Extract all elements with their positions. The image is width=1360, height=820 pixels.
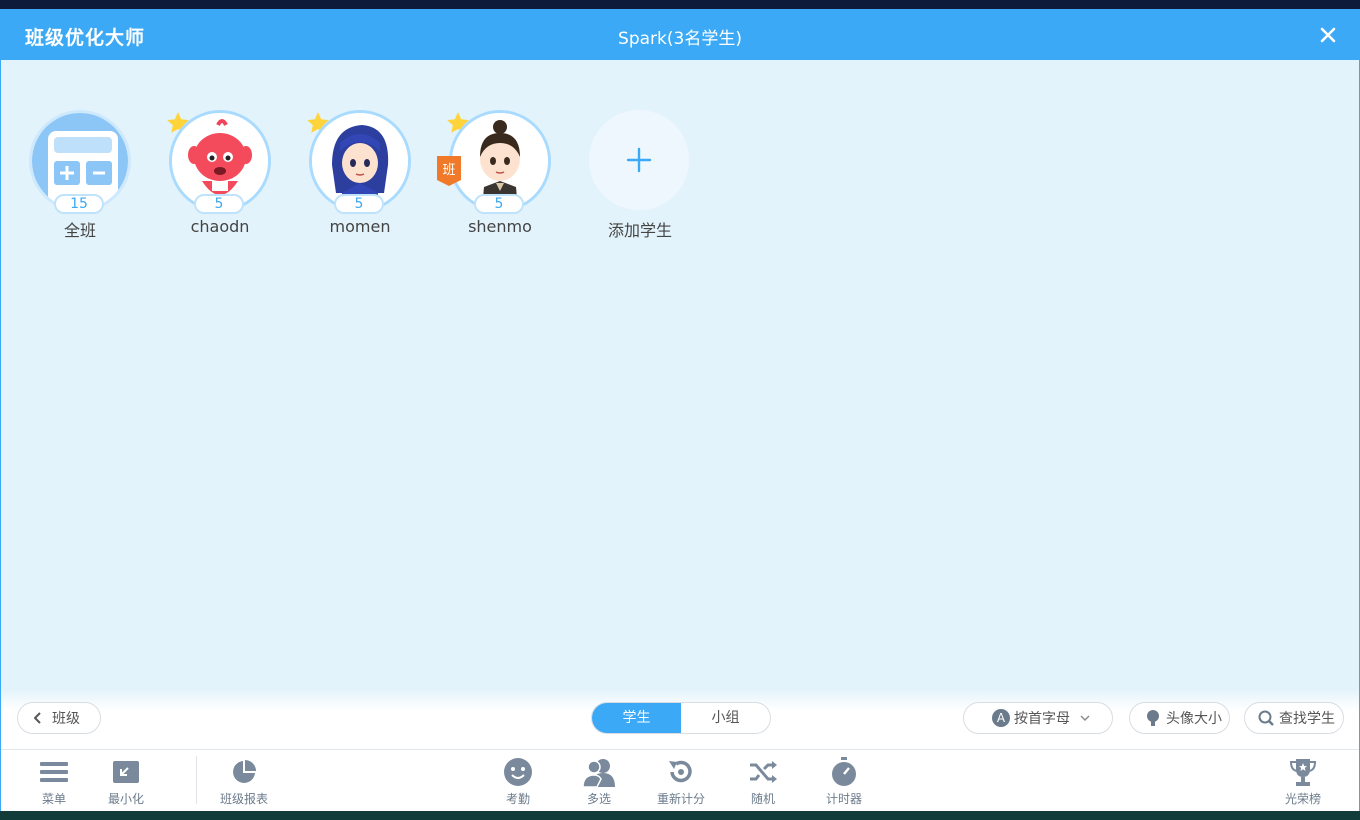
- app-window: 班级优化大师 Spark(3名学生) 15 全班 5 chaodn 5 mome…: [0, 9, 1360, 811]
- stopwatch-icon: [832, 757, 856, 786]
- avatar-size-icon: [1147, 710, 1159, 726]
- tab-groups[interactable]: 小组: [681, 703, 770, 733]
- multi-select-label: 多选: [586, 792, 611, 806]
- view-toggle: 学生 小组: [591, 702, 771, 734]
- score-badge: 5: [194, 194, 244, 214]
- minimize-icon: [113, 761, 139, 783]
- score-badge: 5: [334, 194, 384, 214]
- random-button[interactable]: 随机: [728, 756, 798, 807]
- minimize-label: 最小化: [107, 792, 144, 806]
- honor-roll-button[interactable]: 光荣榜: [1268, 756, 1338, 807]
- menu-button[interactable]: 菜单: [19, 756, 89, 807]
- multi-select-button[interactable]: 多选: [564, 756, 634, 807]
- student-card-momen[interactable]: 5 momen: [307, 104, 449, 244]
- title-bar: 班级优化大师 Spark(3名学生): [1, 9, 1359, 60]
- class-report-label: 班级报表: [219, 792, 268, 806]
- sort-dropdown[interactable]: A 按首字母: [963, 702, 1113, 734]
- multi-user-icon: [583, 759, 615, 787]
- avatar-size-label: 头像大小: [1166, 711, 1222, 727]
- student-area: 15 全班 5 chaodn 5 momen 班 5 shenmo 添加学生: [1, 60, 1359, 700]
- add-student-button[interactable]: 添加学生: [589, 104, 729, 244]
- honor-roll-label: 光荣榜: [1284, 792, 1321, 806]
- student-card-whole-class[interactable]: 15 全班: [29, 104, 169, 244]
- svg-text:班: 班: [442, 163, 455, 178]
- student-name: shenmo: [468, 217, 532, 236]
- score-badge: 5: [474, 194, 524, 214]
- back-label: 班级: [52, 711, 80, 727]
- reset-score-label: 重新计分: [656, 792, 705, 806]
- sort-label: 按首字母: [1014, 711, 1070, 727]
- pie-chart-icon: [233, 760, 256, 783]
- student-card-shenmo[interactable]: 班 5 shenmo: [437, 104, 589, 244]
- reset-score-button[interactable]: 重新计分: [646, 756, 716, 807]
- smiley-icon: [504, 758, 532, 786]
- bottom-control-bar: 班级 学生 小组 A 按首字母 头像大小 查找学生: [1, 689, 1359, 749]
- random-label: 随机: [750, 792, 775, 806]
- score-badge: 15: [54, 194, 104, 214]
- minimize-button[interactable]: 最小化: [91, 756, 161, 807]
- class-title: Spark(3名学生): [618, 29, 742, 49]
- student-name: momen: [329, 217, 391, 236]
- student-card-chaodn[interactable]: 5 chaodn: [167, 104, 309, 244]
- menu-icon: [40, 762, 68, 782]
- student-name: 全班: [63, 221, 96, 240]
- search-icon: [1258, 710, 1274, 726]
- tab-students[interactable]: 学生: [592, 703, 681, 733]
- back-to-class-button[interactable]: 班级: [17, 702, 101, 734]
- sort-letter-icon: A: [992, 709, 1010, 727]
- toolbar-divider: [196, 756, 197, 804]
- student-grid: 15 全班 5 chaodn 5 momen 班 5 shenmo 添加学生: [29, 104, 729, 244]
- chevron-down-icon: [1080, 715, 1090, 721]
- timer-button[interactable]: 计时器: [809, 756, 879, 807]
- plus-icon: [626, 147, 652, 173]
- class-monitor-badge: 班: [437, 156, 461, 186]
- chevron-left-icon: [34, 712, 41, 724]
- search-label: 查找学生: [1279, 711, 1335, 727]
- add-student-label: 添加学生: [607, 221, 672, 240]
- reset-icon: [669, 760, 692, 783]
- attendance-label: 考勤: [505, 792, 530, 806]
- student-name: chaodn: [190, 217, 250, 236]
- timer-label: 计时器: [825, 792, 862, 806]
- close-button[interactable]: [1315, 22, 1341, 48]
- attendance-button[interactable]: 考勤: [483, 756, 553, 807]
- avatar-size-button[interactable]: 头像大小: [1129, 702, 1230, 734]
- shuffle-icon: [750, 761, 777, 783]
- trophy-icon: [1289, 759, 1317, 786]
- bottom-toolbar: 菜单 最小化 班级报表 考勤 多选 重新计分 随机 计时器 光荣榜: [1, 749, 1359, 811]
- search-student-button[interactable]: 查找学生: [1244, 702, 1344, 734]
- menu-label: 菜单: [41, 792, 66, 806]
- close-icon: [1320, 27, 1336, 43]
- class-report-button[interactable]: 班级报表: [209, 756, 279, 807]
